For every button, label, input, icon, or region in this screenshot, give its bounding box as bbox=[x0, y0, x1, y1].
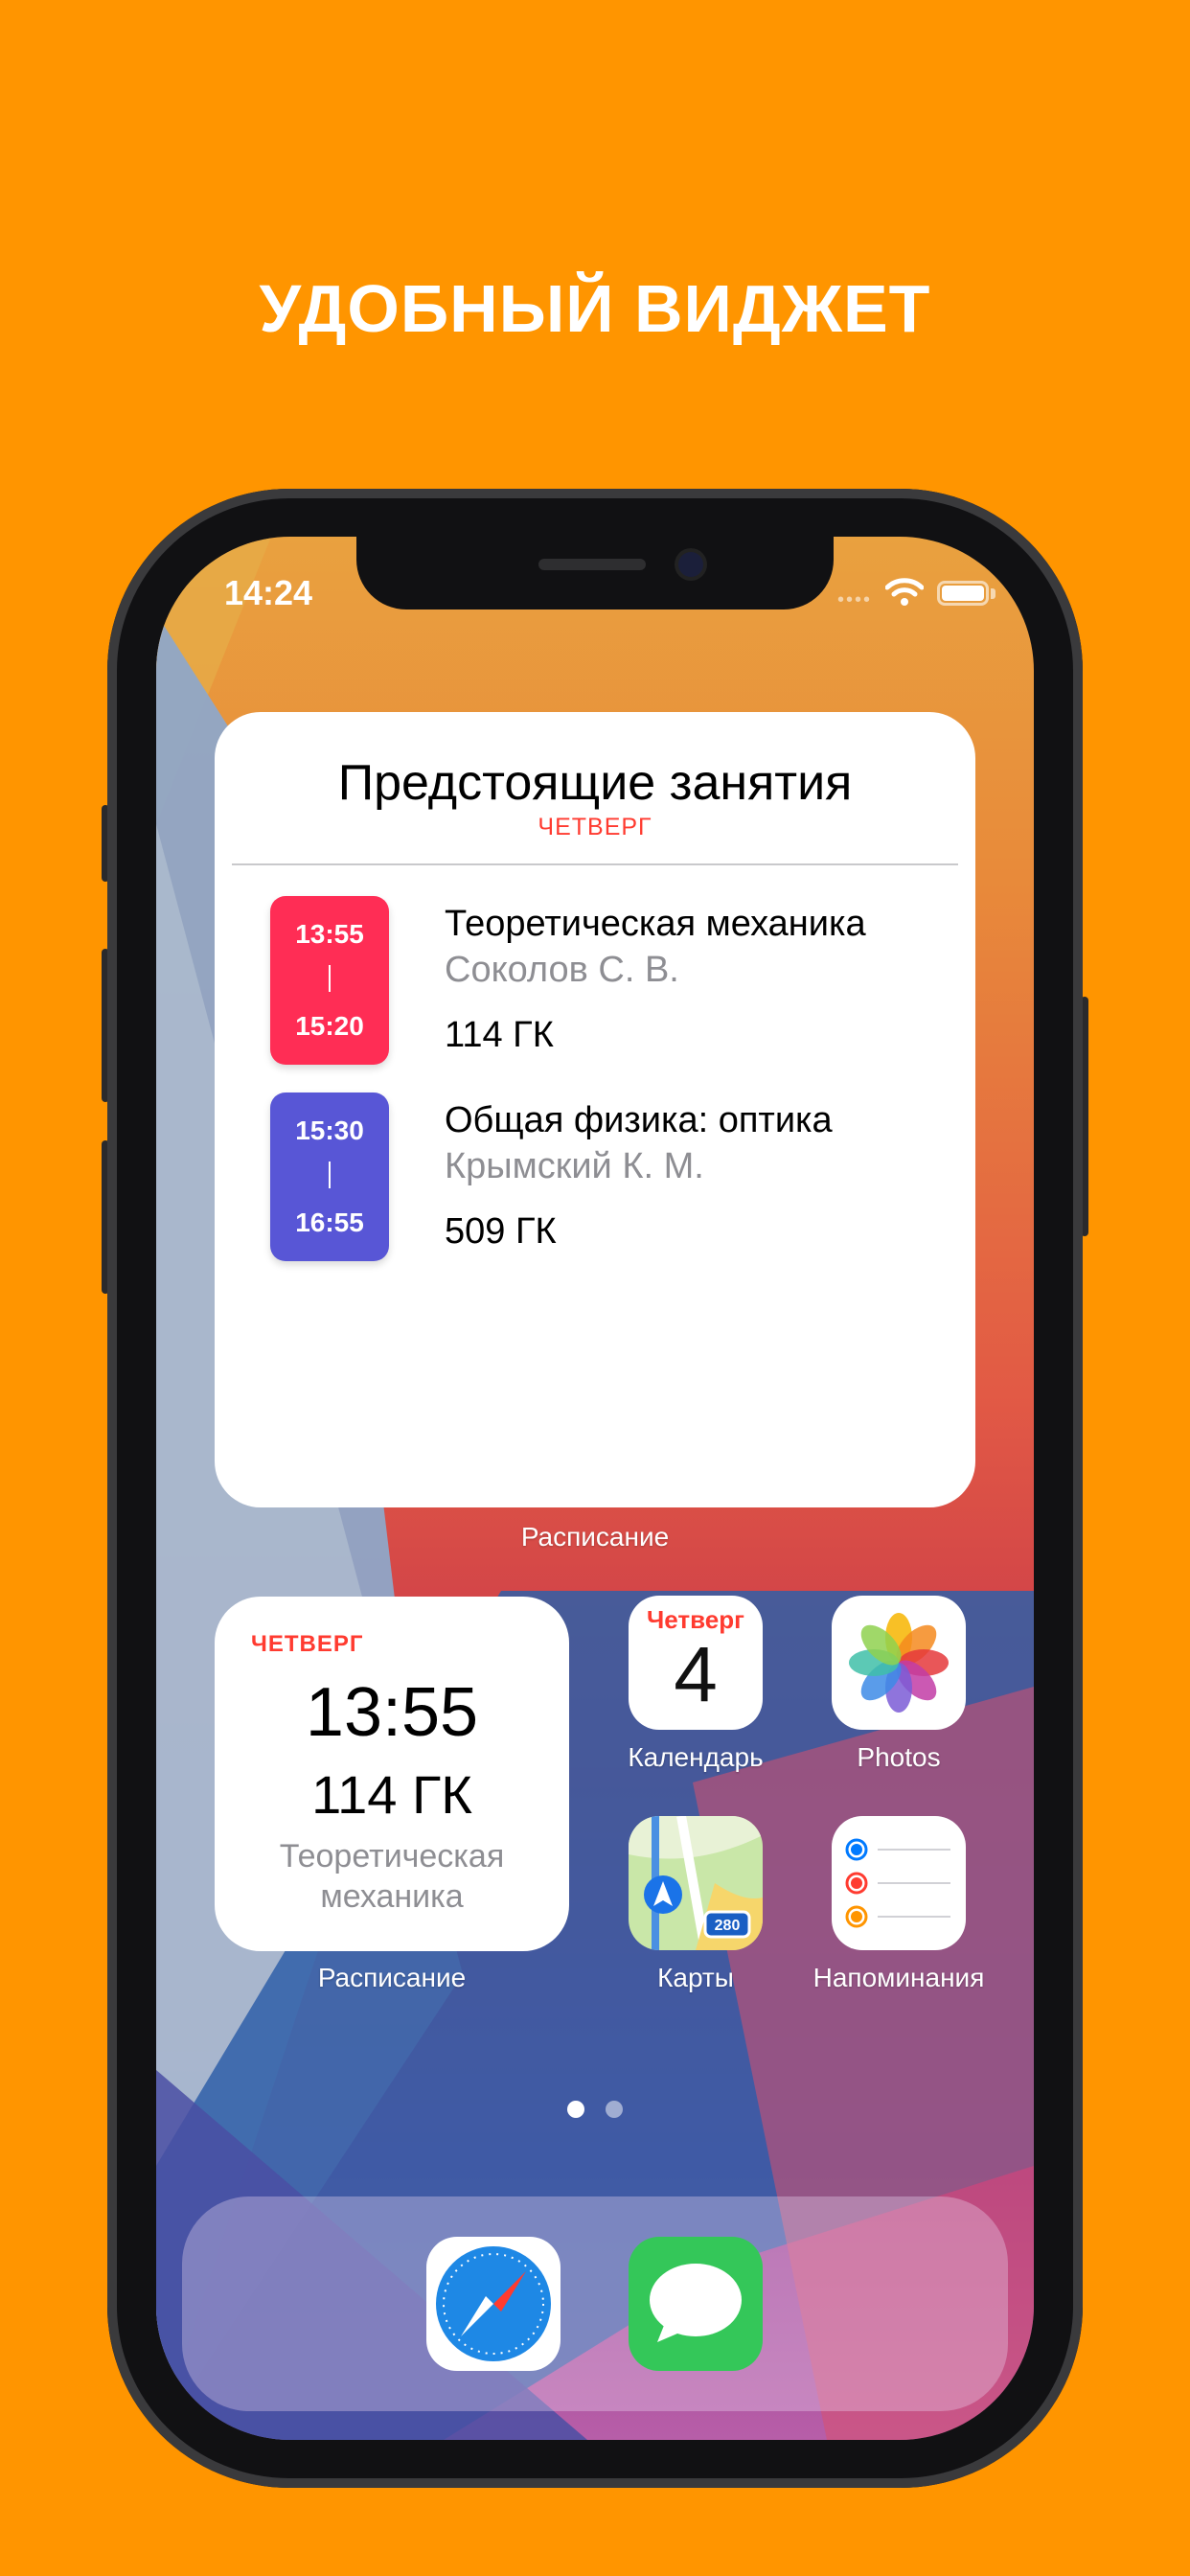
lesson-teacher: Соколов С. В. bbox=[445, 950, 679, 990]
maps-badge: 280 bbox=[715, 1918, 741, 1934]
messages-icon[interactable] bbox=[629, 2237, 763, 2371]
safari-icon[interactable] bbox=[426, 2237, 561, 2371]
widget-app-label: Расписание bbox=[317, 1963, 467, 1992]
page-dot-active[interactable] bbox=[567, 2101, 584, 2118]
maps-icon[interactable]: 280 bbox=[629, 1816, 763, 1950]
lesson-name: Теоретическая механика bbox=[279, 1838, 505, 1915]
lesson-item: 15:30 16:55 Общая физика: оптика Крымски… bbox=[215, 1092, 975, 1265]
app-label-maps: Карты bbox=[657, 1963, 734, 1992]
speaker-grille bbox=[538, 559, 646, 570]
reminders-icon[interactable] bbox=[832, 1816, 966, 1950]
promo-headline: УДОБНЫЙ ВИДЖЕТ bbox=[259, 271, 931, 346]
time-badge: 15:30 16:55 bbox=[270, 1092, 389, 1261]
dock bbox=[182, 2196, 1008, 2411]
lesson-room: 509 ГК bbox=[445, 1211, 557, 1252]
time-badge: 13:55 15:20 bbox=[270, 896, 389, 1065]
lesson-item: 13:55 15:20 Теоретическая механика Сокол… bbox=[215, 896, 975, 1069]
battery-icon bbox=[937, 581, 989, 606]
calendar-icon[interactable]: Четверг 4 bbox=[629, 1596, 763, 1730]
lesson-end-time: 15:20 bbox=[295, 1011, 364, 1041]
time-separator bbox=[329, 965, 331, 992]
battery-tip bbox=[991, 588, 995, 599]
status-time: 14:24 bbox=[224, 573, 313, 612]
calendar-date: 4 bbox=[674, 1631, 718, 1718]
lesson-room: 114 ГК bbox=[445, 1015, 554, 1055]
app-label-calendar: Календарь bbox=[628, 1742, 764, 1772]
wifi-icon bbox=[885, 578, 924, 606]
lesson-start-time: 13:55 bbox=[295, 919, 364, 949]
lesson-time: 13:55 bbox=[305, 1674, 479, 1751]
divider bbox=[232, 863, 958, 865]
app-label-reminders: Напоминания bbox=[812, 1963, 985, 1992]
upcoming-lessons-widget[interactable]: Предстоящие занятия ЧЕТВЕРГ 13:55 15:20 … bbox=[215, 712, 975, 1507]
page-dot[interactable] bbox=[606, 2101, 623, 2118]
lesson-start-time: 15:30 bbox=[295, 1116, 364, 1145]
lesson-room: 114 ГК bbox=[311, 1764, 472, 1825]
notch bbox=[356, 537, 834, 610]
time-separator bbox=[329, 1162, 331, 1188]
photos-icon[interactable] bbox=[832, 1596, 966, 1730]
widget-app-label: Расписание bbox=[520, 1522, 670, 1552]
widget-day: ЧЕТВЕРГ bbox=[251, 1631, 364, 1657]
app-label-photos: Photos bbox=[857, 1742, 941, 1772]
widget-day: ЧЕТВЕРГ bbox=[538, 814, 652, 840]
lesson-end-time: 16:55 bbox=[295, 1208, 364, 1237]
front-camera bbox=[678, 552, 703, 577]
next-lesson-widget[interactable]: ЧЕТВЕРГ 13:55 114 ГК Теоретическая механ… bbox=[215, 1597, 569, 1951]
widget-title: Предстоящие занятия bbox=[337, 755, 853, 811]
cellular-icon: •••• bbox=[837, 589, 873, 610]
lesson-teacher: Крымский К. М. bbox=[445, 1146, 704, 1186]
lesson-name: Теоретическая механика bbox=[445, 904, 866, 944]
lesson-name: Общая физика: оптика bbox=[445, 1100, 833, 1140]
